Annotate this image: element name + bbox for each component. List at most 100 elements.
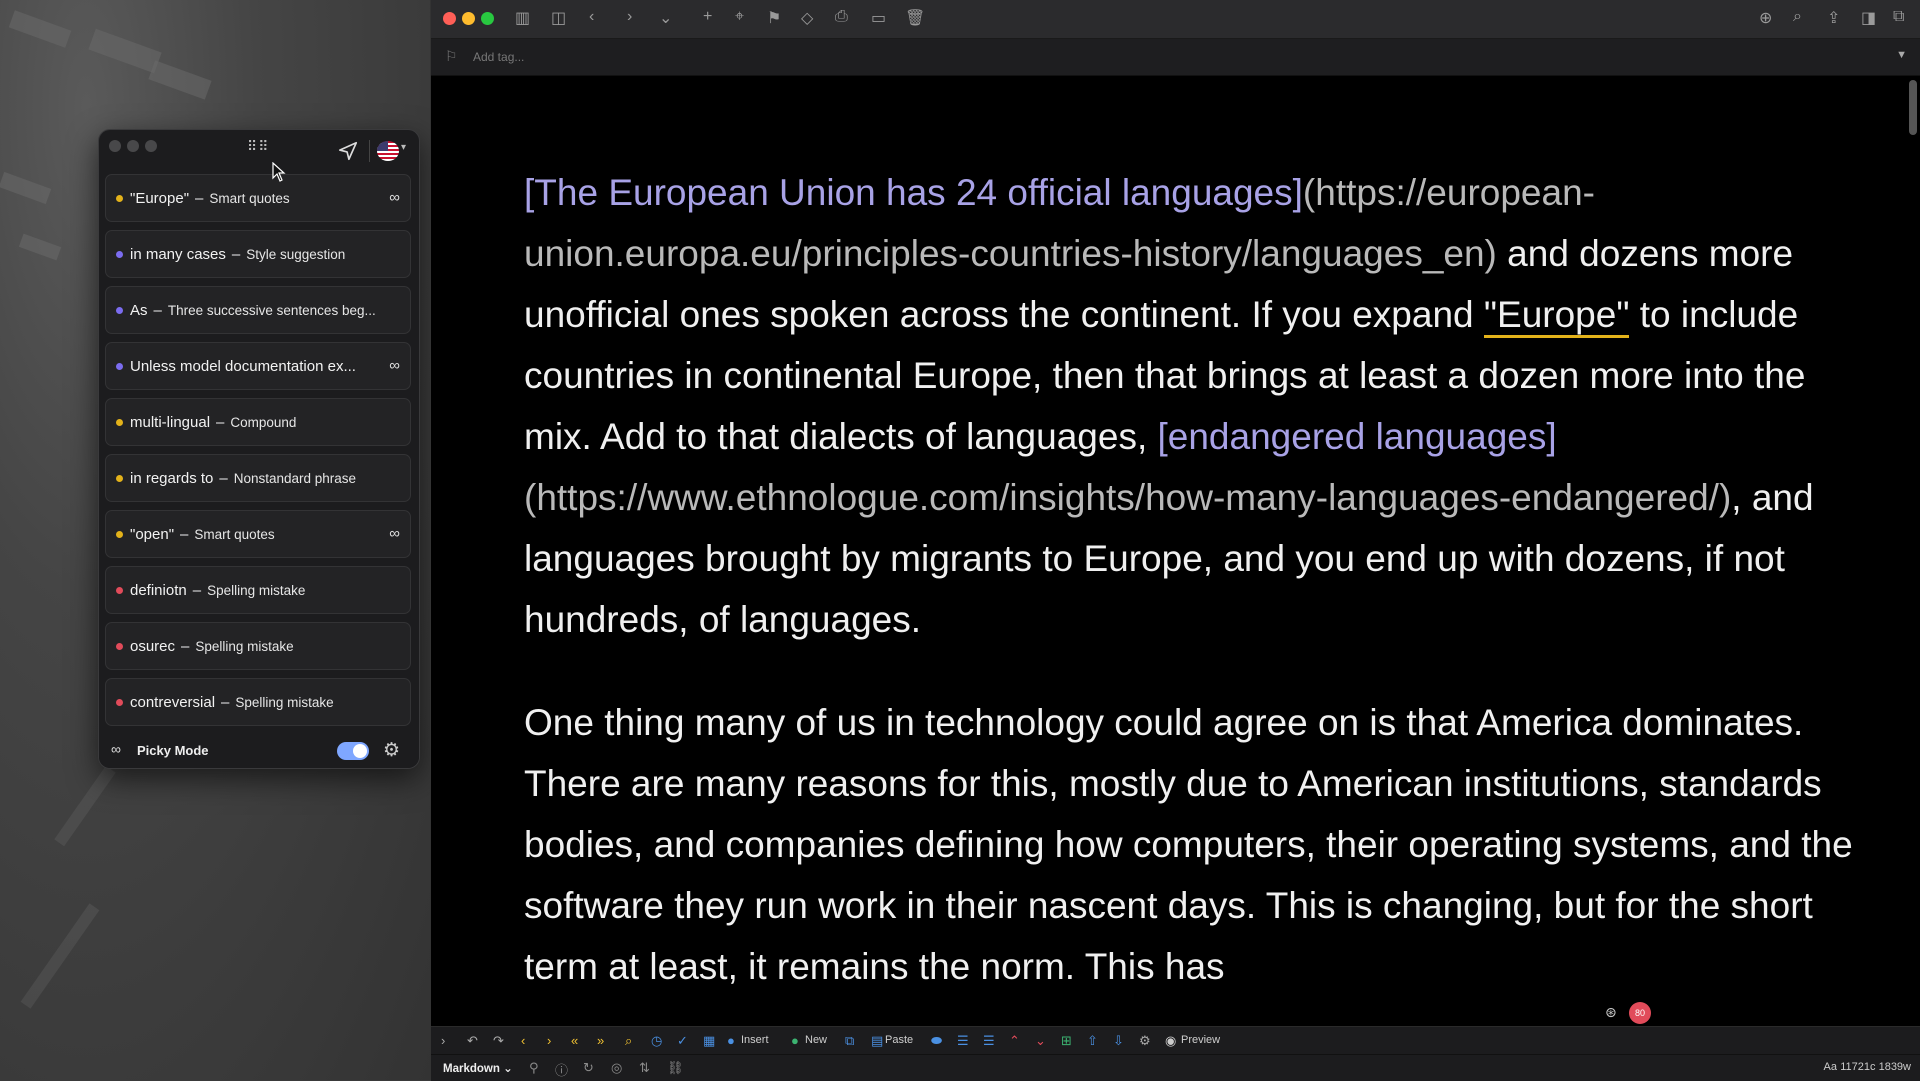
link-endangered-text[interactable]: [endangered languages] — [1158, 416, 1557, 457]
severity-dot — [116, 362, 123, 370]
chevron-down-icon[interactable]: ▼ — [1896, 49, 1907, 61]
suggestion-type: Smart quotes — [194, 526, 275, 542]
mic-icon[interactable]: ● — [727, 1033, 735, 1048]
new-note-icon[interactable]: + — [703, 8, 712, 26]
severity-dot — [116, 306, 123, 314]
gear-icon[interactable]: ⚙ — [383, 739, 400, 762]
forward-icon[interactable]: › — [627, 8, 632, 26]
upload-icon[interactable]: ⇧ — [1087, 1033, 1098, 1049]
move-down-icon[interactable]: ⌄ — [1035, 1033, 1046, 1049]
grammar-indicator-icon[interactable]: ⊛ — [1605, 1004, 1617, 1021]
chevron-down-icon[interactable]: ▾ — [401, 142, 406, 153]
suggestion-item[interactable]: in regards to – Nonstandard phrase — [105, 454, 411, 502]
search-icon[interactable]: ⌕ — [1793, 8, 1802, 26]
infinity-icon[interactable]: ∞ — [389, 189, 400, 206]
undo-icon[interactable]: ↶ — [467, 1033, 478, 1049]
picky-mode-toggle[interactable] — [337, 742, 369, 760]
paste-button[interactable]: Paste — [885, 1034, 913, 1046]
right-icon[interactable]: › — [547, 1033, 551, 1048]
mode-selector[interactable]: Markdown ⌄ — [443, 1061, 513, 1075]
link-icon[interactable]: ⬬ — [931, 1033, 942, 1049]
double-right-icon[interactable]: » — [597, 1033, 604, 1048]
mic-new-icon[interactable]: ● — [791, 1033, 799, 1048]
suggestion-item[interactable]: As – Three successive sentences beg... — [105, 286, 411, 334]
document-body[interactable]: [The European Union has 24 official lang… — [524, 162, 1874, 1039]
left-icon[interactable]: ‹ — [521, 1033, 525, 1048]
pin-icon[interactable]: ⌖ — [735, 8, 744, 26]
indent-icon[interactable]: ☰ — [957, 1033, 969, 1049]
suggestion-item[interactable]: "Europe" – Smart quotes ∞ — [105, 174, 411, 222]
suggestion-word: "Europe" — [130, 189, 190, 207]
trash-icon[interactable]: 🗑 — [905, 8, 925, 28]
suggestion-separator: – — [180, 525, 189, 543]
find-icon[interactable]: ⌕ — [625, 1033, 632, 1049]
new-button[interactable]: New — [805, 1034, 827, 1046]
pin-status-icon[interactable]: ⚲ — [529, 1060, 539, 1076]
panel-close-button[interactable] — [109, 140, 121, 152]
suggestion-item[interactable]: osurec – Spelling mistake — [105, 622, 411, 670]
suggestion-item[interactable]: in many cases – Style suggestion — [105, 230, 411, 278]
back-icon[interactable]: ‹ — [589, 8, 594, 26]
grammar-issue-count-badge[interactable]: 80 — [1629, 1002, 1651, 1024]
scrollbar-thumb[interactable] — [1909, 80, 1917, 135]
suggestion-item[interactable]: Unless model documentation ex... ∞ — [105, 342, 411, 390]
calendar-icon[interactable]: ▦ — [703, 1033, 715, 1049]
info-icon[interactable]: ⓘ — [555, 1060, 568, 1079]
tag-icon[interactable]: ◇ — [801, 8, 813, 28]
suggestion-item[interactable]: multi-lingual – Compound — [105, 398, 411, 446]
send-icon[interactable] — [337, 140, 359, 162]
infinity-icon[interactable]: ∞ — [389, 525, 400, 542]
window-close-button[interactable] — [443, 12, 456, 25]
link-eu-languages-text[interactable]: [The European Union has 24 official lang… — [524, 172, 1303, 213]
eye-icon[interactable]: ◉ — [1165, 1033, 1176, 1049]
chevron-down-icon[interactable]: ⌄ — [659, 8, 672, 28]
suggestion-item[interactable]: "open" – Smart quotes ∞ — [105, 510, 411, 558]
list-pane-icon[interactable]: ◫ — [551, 8, 566, 28]
suggestion-item[interactable]: definiotn – Spelling mistake — [105, 566, 411, 614]
panel-zoom-button[interactable] — [145, 140, 157, 152]
link-status-icon[interactable]: ⛓ — [667, 1060, 684, 1076]
clipboard-icon[interactable]: ▤ — [871, 1033, 883, 1049]
copy-icon[interactable]: ⧉ — [845, 1033, 854, 1049]
download-icon[interactable]: ⇩ — [1113, 1033, 1124, 1049]
flag-icon[interactable]: ⚑ — [767, 8, 781, 28]
export-icon[interactable]: ⇪ — [1827, 8, 1840, 28]
window-minimize-button[interactable] — [462, 12, 475, 25]
share-icon[interactable]: ⎙ — [835, 8, 848, 26]
flagged-europe-word[interactable]: "Europe" — [1483, 294, 1630, 338]
sidebar-icon[interactable]: ▥ — [515, 8, 530, 28]
archive-icon[interactable]: ▭ — [871, 8, 886, 28]
panel-minimize-button[interactable] — [127, 140, 139, 152]
add-tag-input[interactable]: Add tag... — [473, 50, 524, 64]
window-zoom-button[interactable] — [481, 12, 494, 25]
zoom-icon[interactable]: ⊕ — [1759, 8, 1772, 28]
infinity-icon[interactable]: ∞ — [389, 357, 400, 374]
split-view-icon[interactable]: ◨ — [1861, 8, 1876, 28]
font-size-button[interactable]: Aa — [1824, 1061, 1837, 1073]
target-icon[interactable]: ◎ — [611, 1060, 622, 1076]
suggestion-type: Spelling mistake — [195, 638, 294, 654]
severity-dot — [116, 474, 123, 482]
settings-icon[interactable]: ⚙ — [1139, 1033, 1151, 1049]
move-up-icon[interactable]: ⌃ — [1009, 1033, 1020, 1049]
link-endangered-url[interactable]: (https://www.ethnologue.com/insights/how… — [524, 477, 1731, 518]
preview-button[interactable]: Preview — [1181, 1034, 1220, 1046]
clock-icon[interactable]: ◷ — [651, 1033, 662, 1049]
paragraph-1: [The European Union has 24 official lang… — [524, 162, 1874, 650]
insert-button[interactable]: Insert — [741, 1034, 769, 1046]
drag-handle-icon[interactable]: ⠿⠿ — [247, 138, 270, 155]
outdent-icon[interactable]: ☰ — [983, 1033, 995, 1049]
us-flag-icon[interactable] — [377, 141, 399, 161]
double-left-icon[interactable]: « — [571, 1033, 578, 1048]
sort-icon[interactable]: ⇅ — [639, 1060, 650, 1076]
history-icon[interactable]: ↻ — [583, 1060, 594, 1076]
suggestion-item[interactable]: contreversial – Spelling mistake — [105, 678, 411, 726]
header-divider — [369, 140, 370, 162]
check-icon[interactable]: ✓ — [677, 1033, 688, 1049]
expand-toolbar-icon[interactable]: › — [441, 1033, 445, 1048]
suggestion-separator: – — [221, 693, 230, 711]
window-icon[interactable]: ⧉ — [1893, 8, 1904, 26]
redo-icon[interactable]: ↷ — [493, 1033, 504, 1049]
severity-dot — [116, 698, 123, 706]
add-icon[interactable]: ⊞ — [1061, 1033, 1072, 1049]
